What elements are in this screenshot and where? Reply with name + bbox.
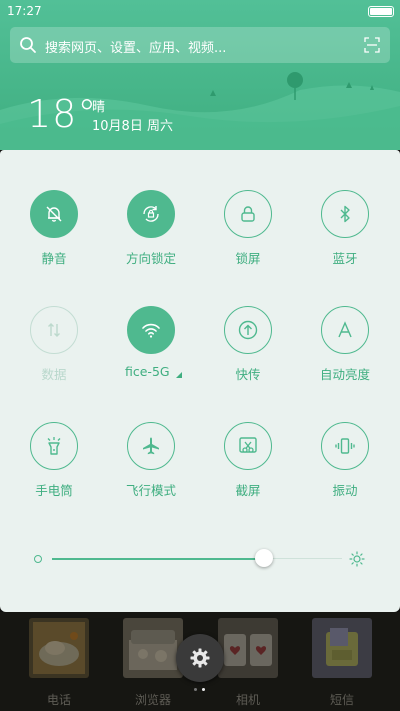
tile-vibrate[interactable]: 振动 bbox=[295, 422, 395, 522]
weather-condition: 晴 bbox=[92, 100, 106, 115]
tile-auto-brightness[interactable]: 自动亮度 bbox=[295, 306, 395, 406]
vibrate-icon bbox=[335, 438, 355, 454]
tile-label: 截屏 bbox=[235, 483, 261, 498]
app-label: 电话 bbox=[46, 693, 71, 707]
bell-off-icon bbox=[46, 206, 62, 222]
wifi-icon bbox=[142, 323, 160, 338]
weather-date: 10月8日 周六 bbox=[92, 119, 173, 134]
page-indicator bbox=[192, 688, 208, 694]
tile-label: 振动 bbox=[332, 483, 358, 498]
tile-icon-circle bbox=[30, 190, 78, 238]
status-time: 17:27 bbox=[7, 4, 42, 18]
tile-lock-screen[interactable]: 锁屏 bbox=[198, 190, 298, 290]
phone-app-icon bbox=[29, 618, 89, 678]
notification-header: 17:27 搜索网页、设置、应用、视频... 18° 晴 10月8日 周六 bbox=[0, 0, 400, 150]
camera-app-icon bbox=[218, 618, 278, 678]
tile-mute[interactable]: 静音 bbox=[4, 190, 104, 290]
lock-icon bbox=[241, 206, 255, 222]
tile-wifi[interactable]: fice-5G bbox=[101, 306, 201, 406]
tile-icon-circle bbox=[127, 306, 175, 354]
quick-settings-panel: 静音 方向锁定 锁屏 蓝牙 数据 fice-5G 快传 自动亮度 手电筒 飞行模… bbox=[0, 150, 400, 612]
brightness-slider[interactable] bbox=[0, 549, 400, 570]
temperature: 18° bbox=[27, 92, 98, 136]
tile-icon-circle bbox=[127, 190, 175, 238]
app-phone[interactable]: 电话 bbox=[29, 618, 89, 708]
app-messages[interactable]: 短信 bbox=[312, 618, 372, 708]
brightness-thumb[interactable] bbox=[254, 549, 273, 567]
tile-label: 锁屏 bbox=[235, 251, 261, 266]
tile-screenshot[interactable]: 截屏 bbox=[198, 422, 298, 522]
battery-icon bbox=[368, 6, 394, 17]
bluetooth-icon bbox=[340, 205, 350, 223]
browser-app-icon bbox=[123, 618, 183, 678]
app-label: 短信 bbox=[329, 693, 354, 707]
tile-label: 自动亮度 bbox=[319, 367, 370, 382]
tile-icon-circle bbox=[224, 306, 272, 354]
tile-bluetooth[interactable]: 蓝牙 bbox=[295, 190, 395, 290]
data-arrows-icon bbox=[48, 323, 60, 337]
flashlight-icon bbox=[47, 437, 61, 455]
search-bar[interactable]: 搜索网页、设置、应用、视频... bbox=[10, 27, 390, 63]
brightness-fill bbox=[52, 557, 264, 560]
app-label: 浏览器 bbox=[134, 693, 171, 707]
settings-button[interactable] bbox=[176, 634, 224, 682]
rotation-lock-icon bbox=[143, 206, 159, 222]
tile-label: 手电筒 bbox=[35, 483, 73, 498]
screenshot-icon bbox=[239, 437, 257, 453]
gear-icon bbox=[190, 648, 210, 668]
brightness-track[interactable] bbox=[52, 549, 342, 567]
status-bar: 17:27 bbox=[0, 0, 400, 22]
tile-icon-circle bbox=[224, 190, 272, 238]
tile-airplane[interactable]: 飞行模式 bbox=[101, 422, 201, 522]
app-browser[interactable]: 浏览器 bbox=[123, 618, 183, 708]
auto-brightness-icon bbox=[338, 321, 352, 338]
search-icon bbox=[20, 37, 36, 53]
messages-app-icon bbox=[312, 618, 372, 678]
tile-icon-circle bbox=[224, 422, 272, 470]
brightness-high-icon bbox=[349, 551, 365, 567]
tile-label: 快传 bbox=[235, 367, 261, 382]
brightness-low-icon bbox=[34, 555, 42, 563]
tile-icon-circle bbox=[30, 422, 78, 470]
tile-icon-circle bbox=[30, 306, 78, 354]
tile-icon-circle bbox=[127, 422, 175, 470]
tile-mobile-data[interactable]: 数据 bbox=[4, 306, 104, 406]
tile-label: 方向锁定 bbox=[125, 251, 176, 266]
airplane-icon bbox=[143, 437, 159, 455]
tile-rotation-lock[interactable]: 方向锁定 bbox=[101, 190, 201, 290]
app-label: 相机 bbox=[235, 693, 260, 707]
tile-label: 飞行模式 bbox=[125, 483, 176, 498]
tile-label: 蓝牙 bbox=[332, 251, 358, 266]
tile-flashlight[interactable]: 手电筒 bbox=[4, 422, 104, 522]
app-camera[interactable]: 相机 bbox=[218, 618, 278, 708]
tile-label: fice-5G bbox=[125, 364, 170, 379]
expand-arrow-icon[interactable] bbox=[176, 372, 182, 378]
scan-icon[interactable] bbox=[364, 37, 380, 53]
tile-label: 静音 bbox=[41, 251, 67, 266]
tile-icon-circle bbox=[321, 306, 369, 354]
home-screen-dock: 电话 浏览器 相机 短信 bbox=[0, 612, 400, 711]
tile-quick-transfer[interactable]: 快传 bbox=[198, 306, 298, 406]
search-placeholder: 搜索网页、设置、应用、视频... bbox=[45, 41, 227, 56]
tile-icon-circle bbox=[321, 190, 369, 238]
tile-icon-circle bbox=[321, 422, 369, 470]
upload-icon bbox=[238, 320, 258, 340]
tile-label: 数据 bbox=[41, 367, 67, 382]
